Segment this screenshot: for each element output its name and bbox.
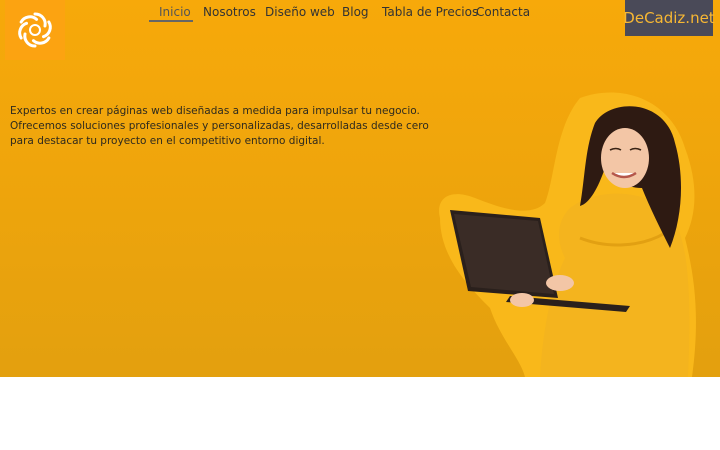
nav-item-blog[interactable]: Blog [342,5,369,19]
nav-item-contacta[interactable]: Contacta [476,5,530,19]
nav-item-diseno-web[interactable]: Diseño web [265,5,335,19]
nav-active-indicator [149,20,193,22]
hero-section: Inicio Nosotros Diseño web Blog Tabla de… [0,0,720,377]
brand-button[interactable]: DeCadiz.net [623,0,715,36]
main-nav: Inicio Nosotros Diseño web Blog Tabla de… [0,0,720,26]
hero-tagline: Expertos en crear páginas web diseñadas … [10,105,429,147]
nav-item-inicio[interactable]: Inicio [159,5,191,19]
face [601,128,649,188]
nav-item-tabla-de-precios[interactable]: Tabla de Precios [382,5,478,19]
hero-image [439,92,696,377]
nav-item-nosotros[interactable]: Nosotros [203,5,256,19]
